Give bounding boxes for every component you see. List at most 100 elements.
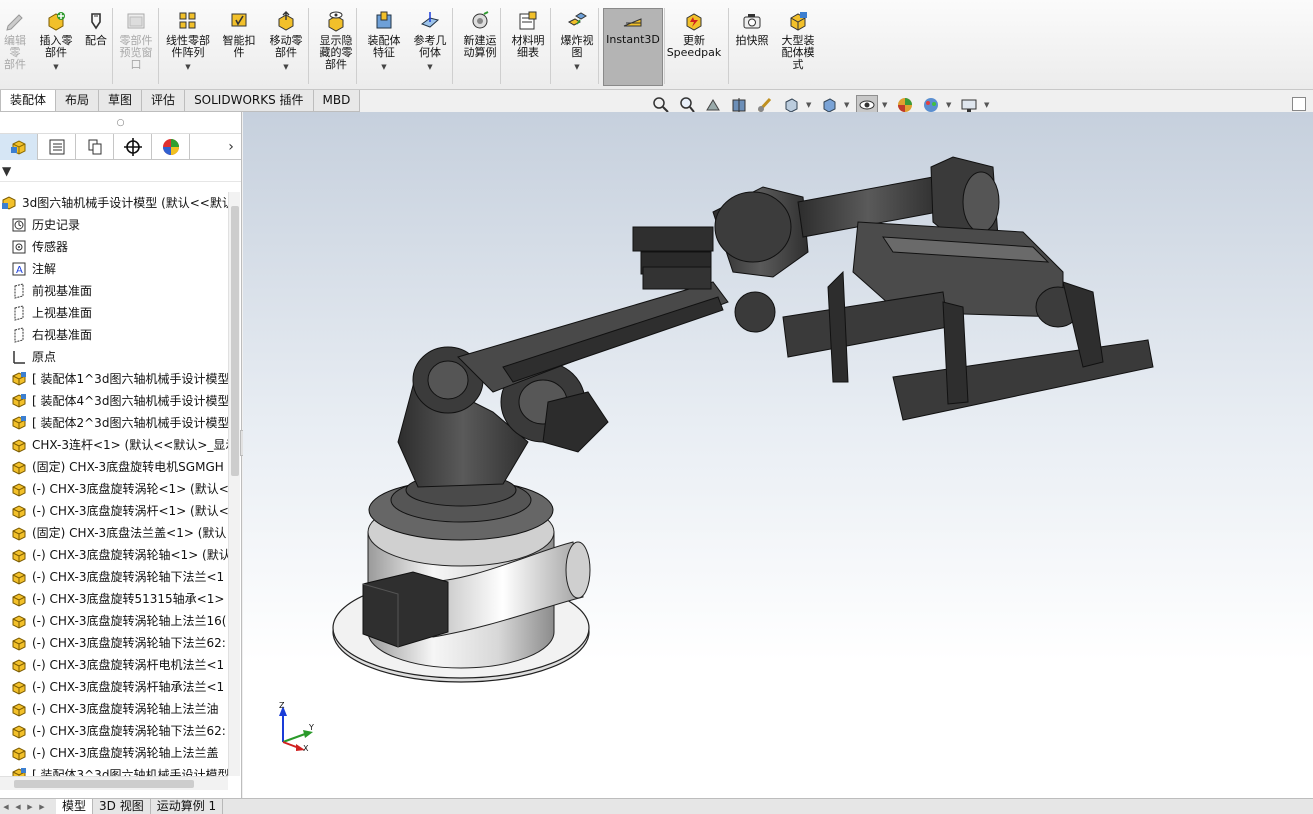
edit-part-button[interactable]: 编辑零 部件 bbox=[0, 10, 30, 86]
move-component-button[interactable]: 移动零 部件 ▼ bbox=[264, 10, 308, 86]
hide-show-dropdown-icon[interactable]: ▼ bbox=[882, 101, 890, 109]
part-icon bbox=[10, 613, 28, 629]
show-hidden-button[interactable]: 显示隐 藏的零 部件 bbox=[314, 10, 358, 86]
first-tab-icon[interactable]: ◀ bbox=[0, 800, 12, 814]
bottom-tab-1[interactable]: 3D 视图 bbox=[93, 798, 151, 814]
dropdown-caret-icon[interactable]: ▼ bbox=[53, 61, 58, 73]
tree-node[interactable]: 上视基准面 bbox=[0, 302, 228, 324]
apply-scene-dropdown-icon[interactable]: ▼ bbox=[946, 101, 954, 109]
speedpak-button[interactable]: 更新 Speedpak bbox=[666, 10, 722, 86]
dimxpert-tab-icon[interactable] bbox=[114, 134, 152, 160]
tree-node[interactable]: (-) CHX-3底盘旋转涡轮轴下法兰<1 bbox=[0, 566, 228, 588]
tree-node[interactable]: (-) CHX-3底盘旋转涡轮轴上法兰16( bbox=[0, 610, 228, 632]
wrist-motors[interactable] bbox=[632, 226, 714, 290]
tree-node[interactable]: (-) CHX-3底盘旋转51315轴承<1> bbox=[0, 588, 228, 610]
tree-node-label: (-) CHX-3底盘旋转涡轮轴<1> (默认 bbox=[32, 548, 228, 562]
linear-pattern-button[interactable]: 线性零部 件阵列 ▼ bbox=[162, 10, 214, 86]
tree-vertical-scroll-thumb[interactable] bbox=[231, 206, 239, 476]
tree-node[interactable]: (固定) CHX-3底盘旋转电机SGMGH bbox=[0, 456, 228, 478]
configurationmanager-tab-icon[interactable] bbox=[76, 134, 114, 160]
graphics-area[interactable]: Z Y X bbox=[243, 112, 1313, 798]
bom-button[interactable]: 材料明 细表 bbox=[506, 10, 550, 86]
display-manager-tab-icon[interactable] bbox=[152, 134, 190, 160]
tree-horizontal-scrollbar[interactable] bbox=[0, 776, 228, 790]
last-tab-icon[interactable]: ▶ bbox=[36, 800, 48, 814]
bom-icon bbox=[516, 10, 540, 32]
tree-node[interactable]: A 注解 bbox=[0, 258, 228, 280]
tree-node[interactable]: 原点 bbox=[0, 346, 228, 368]
propertymanager-tab-icon[interactable] bbox=[38, 134, 76, 160]
tab-1[interactable]: 布局 bbox=[55, 90, 100, 112]
tree-node[interactable]: (-) CHX-3底盘旋转涡轮<1> (默认< bbox=[0, 478, 228, 500]
tree-node[interactable]: [ 装配体4^3d图六轴机械手设计模型 ] bbox=[0, 390, 228, 412]
exploded-view-icon bbox=[565, 10, 589, 32]
sensor-icon bbox=[10, 239, 28, 255]
tree-node[interactable]: CHX-3连杆<1> (默认<<默认>_显示 bbox=[0, 434, 228, 456]
dropdown-caret-icon[interactable]: ▼ bbox=[185, 61, 190, 73]
display-style-dropdown-icon[interactable]: ▼ bbox=[844, 101, 852, 109]
elbow-housing[interactable] bbox=[712, 186, 809, 278]
tree-node[interactable]: (-) CHX-3底盘旋转涡轮轴下法兰62: bbox=[0, 720, 228, 742]
robot-arm-model[interactable] bbox=[243, 112, 1313, 798]
base-motor[interactable] bbox=[362, 571, 449, 648]
tab-5[interactable]: MBD bbox=[312, 90, 361, 112]
large-assembly-button[interactable]: 大型装 配体模 式 bbox=[776, 10, 820, 86]
tree-node-label: (-) CHX-3底盘旋转涡轮轴上法兰盖 bbox=[32, 746, 219, 760]
tree-node[interactable]: 前视基准面 bbox=[0, 280, 228, 302]
insert-component-button[interactable]: 插入零 部件 ▼ bbox=[36, 10, 76, 86]
pane-splitter-handle[interactable]: ○ bbox=[0, 112, 241, 134]
prev-tab-icon[interactable]: ◀ bbox=[12, 800, 24, 814]
reference-geometry-icon bbox=[418, 10, 442, 32]
tree-node[interactable]: [ 装配体1^3d图六轴机械手设计模型 ] bbox=[0, 368, 228, 390]
tab-4[interactable]: SOLIDWORKS 插件 bbox=[184, 90, 314, 112]
next-tab-icon[interactable]: ▶ bbox=[24, 800, 36, 814]
tree-root-assembly[interactable]: 3d图六轴机械手设计模型 (默认<<默认_显示状态-1>) bbox=[0, 192, 228, 214]
triad-y-label: Y bbox=[308, 723, 314, 732]
smart-fasteners-icon bbox=[227, 10, 251, 32]
tree-node-label: (-) CHX-3底盘旋转涡轮轴下法兰62: bbox=[32, 724, 226, 738]
snapshot-button[interactable]: 拍快照 bbox=[732, 10, 772, 86]
tree-node[interactable]: (-) CHX-3底盘旋转涡杆轴承法兰<1 bbox=[0, 676, 228, 698]
bottom-tab-0[interactable]: 模型 bbox=[56, 798, 94, 814]
tree-node[interactable]: (固定) CHX-3底盘法兰盖<1> (默认 bbox=[0, 522, 228, 544]
dropdown-caret-icon[interactable]: ▼ bbox=[427, 61, 432, 73]
ribbon-button-label: 移动零 部件 bbox=[269, 34, 303, 59]
tree-node[interactable]: 历史记录 bbox=[0, 214, 228, 236]
tree-node[interactable]: [ 装配体3^3d图六轴机械手设计模型 ] bbox=[0, 764, 228, 776]
tab-3[interactable]: 评估 bbox=[141, 90, 186, 112]
tree-vertical-scrollbar[interactable] bbox=[228, 192, 240, 776]
tab-2[interactable]: 草图 bbox=[98, 90, 143, 112]
motion-study-button[interactable]: 新建运 动算例 bbox=[458, 10, 502, 86]
subassembly-icon bbox=[10, 415, 28, 431]
tree-node[interactable]: (-) CHX-3底盘旋转涡轮轴上法兰油 bbox=[0, 698, 228, 720]
tree-node[interactable]: (-) CHX-3底盘旋转涡轮轴下法兰62: bbox=[0, 632, 228, 654]
component-preview-button[interactable]: 零部件 预览窗 口 bbox=[116, 10, 156, 86]
tree-node[interactable]: (-) CHX-3底盘旋转涡轮轴<1> (默认 bbox=[0, 544, 228, 566]
tree-horizontal-scroll-thumb[interactable] bbox=[14, 780, 194, 788]
tree-node[interactable]: (-) CHX-3底盘旋转涡轮轴上法兰盖 bbox=[0, 742, 228, 764]
assembly-features-button[interactable]: 装配体 特征 ▼ bbox=[364, 10, 404, 86]
more-tabs-arrow-icon[interactable]: › bbox=[221, 134, 241, 159]
tree-node[interactable]: (-) CHX-3底盘旋转涡杆<1> (默认< bbox=[0, 500, 228, 522]
task-pane-toggle-icon[interactable] bbox=[1292, 97, 1306, 111]
exploded-view-button[interactable]: 爆炸视 图 ▼ bbox=[556, 10, 598, 86]
tree-node[interactable]: 右视基准面 bbox=[0, 324, 228, 346]
smart-fasteners-button[interactable]: 智能扣 件 bbox=[220, 10, 258, 86]
mate-button[interactable]: 配合 bbox=[82, 10, 110, 86]
tree-node[interactable]: 传感器 bbox=[0, 236, 228, 258]
part-icon bbox=[10, 635, 28, 651]
instant3d-button[interactable]: Instant3D bbox=[603, 8, 663, 86]
dropdown-caret-icon[interactable]: ▼ bbox=[574, 61, 579, 73]
featuremanager-tab-icon[interactable] bbox=[0, 134, 38, 160]
bottom-tab-2[interactable]: 运动算例 1 bbox=[151, 798, 224, 814]
reference-geometry-button[interactable]: 参考几 何体 ▼ bbox=[408, 10, 452, 86]
view-orientation-dropdown-icon[interactable]: ▼ bbox=[806, 101, 814, 109]
view-settings-dropdown-icon[interactable]: ▼ bbox=[984, 101, 992, 109]
tab-0[interactable]: 装配体 bbox=[0, 90, 57, 112]
tree-node[interactable]: [ 装配体2^3d图六轴机械手设计模型 ] bbox=[0, 412, 228, 434]
filter-icon[interactable]: ▼ bbox=[2, 164, 11, 178]
dropdown-caret-icon[interactable]: ▼ bbox=[283, 61, 288, 73]
upper-arm[interactable] bbox=[457, 281, 776, 393]
tree-node[interactable]: (-) CHX-3底盘旋转涡杆电机法兰<1 bbox=[0, 654, 228, 676]
dropdown-caret-icon[interactable]: ▼ bbox=[381, 61, 386, 73]
